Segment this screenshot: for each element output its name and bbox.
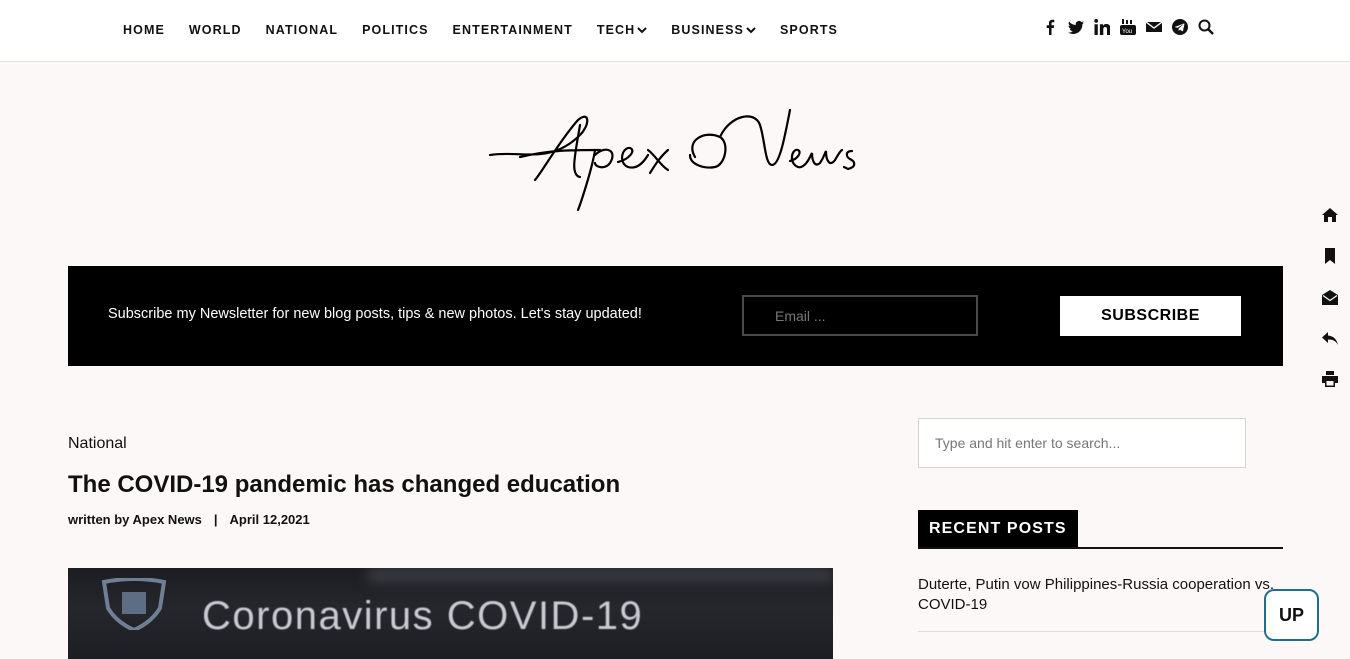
site-logo[interactable] (480, 95, 870, 220)
post-title[interactable]: The COVID-19 pandemic has changed educat… (68, 471, 620, 499)
chevron-down-icon (746, 27, 756, 34)
nav-item-sports[interactable]: SPORTS (768, 23, 850, 37)
social-links: You (1041, 18, 1214, 35)
recent-post-item[interactable]: Duterte, Putin vow Philippines-Russia co… (918, 575, 1283, 632)
nav-item-world[interactable]: WORLD (177, 23, 254, 37)
twitter-icon[interactable] (1067, 18, 1084, 35)
nav-item-home[interactable]: HOME (111, 23, 177, 37)
svg-text:You: You (1122, 29, 1132, 35)
youtube-icon[interactable]: You (1119, 18, 1136, 35)
subscribe-button[interactable]: SUBSCRIBE (1060, 296, 1241, 336)
nav-item-politics[interactable]: POLITICS (350, 23, 440, 37)
nav-item-tech[interactable]: TECH (585, 23, 659, 37)
bookmark-icon[interactable] (1322, 248, 1340, 266)
envelope-icon[interactable] (1145, 18, 1162, 35)
post-author[interactable]: written by Apex News (68, 512, 202, 527)
post-meta: written by Apex News | April 12,2021 (68, 512, 310, 527)
meta-separator: | (213, 512, 218, 527)
newsletter-text: Subscribe my Newsletter for new blog pos… (108, 306, 642, 322)
shield-logo-icon (101, 578, 167, 630)
main-nav: HOME WORLD NATIONAL POLITICS ENTERTAINME… (111, 0, 850, 60)
floating-share-bar (1322, 207, 1340, 412)
recent-posts-header: RECENT POSTS (918, 510, 1283, 549)
linkedin-icon[interactable] (1093, 18, 1110, 35)
chevron-down-icon (637, 27, 647, 34)
telegram-icon[interactable] (1171, 18, 1188, 35)
scroll-to-top-button[interactable]: UP (1264, 589, 1319, 641)
hero-image-text: Coronavirus COVID-19 (202, 594, 644, 638)
recent-posts-title: RECENT POSTS (918, 510, 1078, 547)
nav-item-national[interactable]: NATIONAL (254, 23, 350, 37)
newsletter-banner: Subscribe my Newsletter for new blog pos… (68, 266, 1283, 366)
home-icon[interactable] (1322, 207, 1340, 225)
sidebar-search-input[interactable] (918, 418, 1246, 468)
nav-item-entertainment[interactable]: ENTERTAINMENT (441, 23, 585, 37)
search-icon[interactable] (1197, 18, 1214, 35)
facebook-icon[interactable] (1041, 18, 1058, 35)
post-featured-image[interactable]: Coronavirus COVID-19 (68, 568, 833, 659)
newsletter-email-input[interactable] (742, 295, 978, 336)
post-date: April 12,2021 (229, 512, 310, 527)
print-icon[interactable] (1322, 371, 1340, 389)
top-navbar: HOME WORLD NATIONAL POLITICS ENTERTAINME… (0, 0, 1350, 62)
image-blur (368, 568, 833, 582)
nav-item-business[interactable]: BUSINESS (659, 23, 768, 37)
reply-icon[interactable] (1322, 330, 1340, 348)
envelope-open-icon[interactable] (1322, 289, 1340, 307)
post-category[interactable]: National (68, 435, 127, 453)
